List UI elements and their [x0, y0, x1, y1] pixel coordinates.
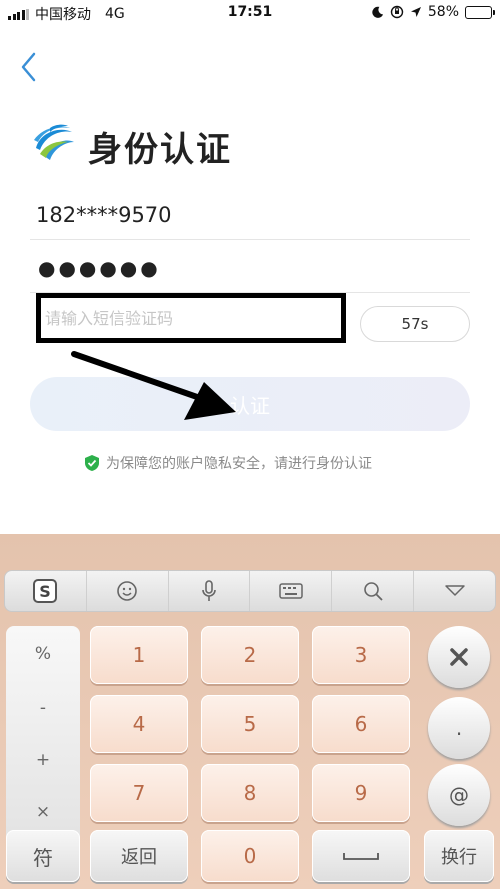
back-button[interactable]	[14, 50, 44, 84]
key-4[interactable]: 4	[90, 695, 188, 753]
search-icon[interactable]	[332, 571, 415, 611]
divider	[30, 239, 470, 240]
key-dot[interactable]: .	[428, 697, 490, 759]
key-percent[interactable]: %	[6, 644, 80, 664]
emoji-icon[interactable]	[87, 571, 169, 611]
collapse-icon[interactable]	[414, 571, 495, 611]
page-title: 身份认证	[88, 130, 232, 170]
key-2[interactable]: 2	[201, 626, 299, 684]
keyboard-icon[interactable]	[250, 571, 333, 611]
symbol-key[interactable]: 符	[6, 830, 80, 882]
security-notice-text: 为保障您的账户隐私安全，请进行身份认证	[106, 456, 372, 472]
svg-text:S: S	[40, 582, 52, 601]
space-key[interactable]	[312, 830, 410, 882]
location-icon	[410, 7, 421, 17]
sms-code-input[interactable]	[36, 293, 346, 343]
battery-icon	[465, 5, 495, 19]
key-5[interactable]: 5	[201, 695, 299, 753]
moon-icon	[372, 6, 383, 18]
numeric-keyboard: S % - + × 1 2 3 4 5 6 7 8 9 . @ 符 返回 0 换…	[0, 534, 500, 889]
key-3[interactable]: 3	[312, 626, 410, 684]
sogou-logo-icon[interactable]: S	[5, 571, 87, 611]
shield-check-icon	[85, 455, 99, 471]
microphone-icon[interactable]	[169, 571, 251, 611]
chevron-left-icon	[21, 52, 36, 82]
orientation-lock-icon	[390, 5, 404, 19]
password-field[interactable]: ●●●●●●	[38, 256, 161, 280]
key-8[interactable]: 8	[201, 764, 299, 822]
back-key[interactable]: 返回	[90, 830, 188, 882]
key-at[interactable]: @	[428, 764, 490, 826]
key-multiply[interactable]: ×	[6, 802, 80, 822]
authenticate-button[interactable]: 认证	[30, 377, 470, 431]
key-9[interactable]: 9	[312, 764, 410, 822]
key-1[interactable]: 1	[90, 626, 188, 684]
phone-number-field[interactable]: 182****9570	[36, 203, 172, 227]
security-notice: 为保障您的账户隐私安全，请进行身份认证	[84, 453, 372, 473]
key-7[interactable]: 7	[90, 764, 188, 822]
symbol-column[interactable]: % - + ×	[6, 626, 80, 854]
china-mobile-logo	[34, 124, 74, 160]
key-plus[interactable]: +	[6, 750, 80, 770]
key-6[interactable]: 6	[312, 695, 410, 753]
space-icon	[343, 853, 379, 860]
enter-key[interactable]: 换行	[424, 830, 494, 882]
delete-icon	[450, 648, 468, 666]
delete-key[interactable]	[428, 626, 490, 688]
key-0[interactable]: 0	[201, 830, 299, 882]
key-minus[interactable]: -	[6, 698, 80, 718]
keyboard-toolbar: S	[4, 570, 496, 612]
resend-countdown-button[interactable]: 57s	[360, 306, 470, 342]
battery-percent: 58%	[427, 4, 459, 20]
status-bar: 中国移动 4G 17:51 58%	[0, 0, 500, 26]
